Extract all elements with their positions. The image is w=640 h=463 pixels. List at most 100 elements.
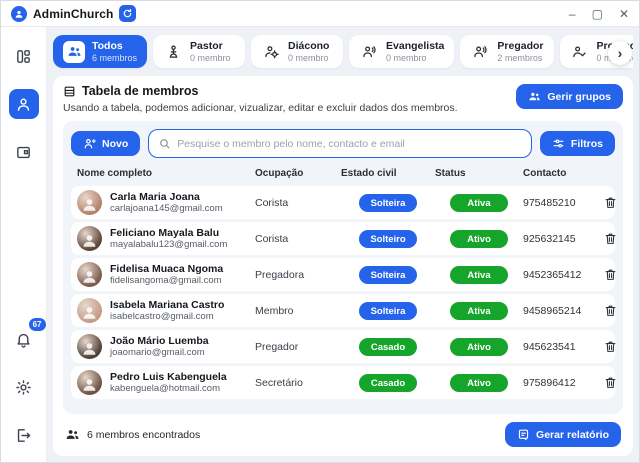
civil-status-badge: Casado [359, 338, 417, 356]
member-occupation: Corista [255, 197, 341, 209]
tab-pastor[interactable]: Pastor 0 membro [153, 35, 245, 68]
tab-icon [163, 42, 183, 62]
settings-gear-icon[interactable] [9, 372, 39, 402]
delete-member-button[interactable] [597, 304, 623, 317]
group-icon [528, 90, 541, 103]
tab-label: Pregador [497, 40, 543, 52]
page-title: Tabela de membros [82, 84, 198, 98]
person-silhouette-icon [82, 233, 97, 248]
trash-icon [604, 304, 617, 317]
tab-icon [63, 41, 85, 63]
column-contact: Contacto [523, 168, 597, 179]
member-name: Fidelisa Muaca Ngoma [110, 263, 223, 275]
member-contact: 945623541 [523, 341, 597, 353]
column-civil-status: Estado civil [341, 168, 435, 179]
avatar [77, 370, 102, 395]
trash-icon [604, 196, 617, 209]
table-body: Carla Maria Joana carlajoana145@gmail.co… [71, 186, 615, 399]
member-email: isabelcastro@gmail.com [110, 311, 224, 322]
card-icon[interactable] [9, 137, 39, 167]
member-email: fidelisangoma@gmail.com [110, 275, 223, 286]
tab-count: 0 membro [288, 53, 329, 63]
members-icon[interactable] [9, 89, 39, 119]
tab-icon [470, 42, 490, 62]
delete-member-button[interactable] [597, 340, 623, 353]
delete-member-button[interactable] [597, 232, 623, 245]
logout-icon[interactable] [9, 420, 39, 450]
notifications-bell-icon[interactable]: 67 [9, 324, 39, 354]
new-member-button[interactable]: Novo [71, 131, 140, 156]
member-occupation: Pregador [255, 341, 341, 353]
tab-count: 2 membros [497, 53, 543, 63]
tab-pregador[interactable]: Pregador 2 membros [460, 35, 553, 68]
report-icon [517, 428, 530, 441]
tab-label: Todos [92, 40, 137, 52]
tab-icon [261, 42, 281, 62]
manage-groups-button[interactable]: Gerir grupos [516, 84, 623, 109]
civil-status-badge: Solteira [359, 302, 417, 320]
member-occupation: Pregadora [255, 269, 341, 281]
avatar [77, 262, 102, 287]
trash-icon [604, 376, 617, 389]
status-badge: Ativa [450, 302, 508, 320]
status-badge: Ativa [450, 266, 508, 284]
avatar [77, 226, 102, 251]
app-window: AdminChurch – ▢ ✕ 67 [0, 0, 640, 463]
tab-evangelista[interactable]: Evangelista 0 membro [349, 35, 454, 68]
avatar [77, 190, 102, 215]
search-input[interactable] [177, 138, 522, 150]
role-tabs: Todos 6 membros Pastor 0 membro Diácono … [53, 32, 633, 76]
table-row: Pedro Luis Kabenguela kabenguela@hotmail… [71, 366, 615, 399]
table-header: Nome completo Ocupação Estado civil Stat… [71, 167, 615, 186]
member-name: Carla Maria Joana [110, 191, 223, 203]
member-occupation: Membro [255, 305, 341, 317]
member-contact: 9458965214 [523, 305, 597, 317]
member-contact: 975485210 [523, 197, 597, 209]
tab-todos[interactable]: Todos 6 membros [53, 35, 147, 68]
maximize-button[interactable]: ▢ [592, 8, 603, 20]
minimize-button[interactable]: – [569, 8, 576, 20]
tab-count: 6 membros [92, 53, 137, 63]
delete-member-button[interactable] [597, 268, 623, 281]
panel-footer: 6 membros encontrados Gerar relatório [63, 414, 623, 448]
column-occupation: Ocupação [255, 168, 341, 179]
civil-status-badge: Casado [359, 374, 417, 392]
civil-status-badge: Solteira [359, 194, 417, 212]
app-logo-icon [11, 6, 27, 22]
filters-button[interactable]: Filtros [540, 131, 615, 156]
member-contact: 975896412 [523, 377, 597, 389]
member-contact: 9452365412 [523, 269, 597, 281]
tab-count: 0 membro [190, 53, 231, 63]
status-badge: Ativo [450, 338, 508, 356]
sliders-icon [552, 137, 565, 150]
app-title: AdminChurch [33, 7, 113, 21]
tab-label: Diácono [288, 40, 329, 52]
tabs-scroll-right-button[interactable]: › [608, 41, 632, 65]
dashboard-icon[interactable] [9, 41, 39, 71]
table-row: Carla Maria Joana carlajoana145@gmail.co… [71, 186, 615, 219]
member-name: Isabela Mariana Castro [110, 299, 224, 311]
person-silhouette-icon [82, 269, 97, 284]
trash-icon [604, 340, 617, 353]
tab-diácono[interactable]: Diácono 0 membro [251, 35, 343, 68]
search-box [148, 129, 532, 158]
column-name: Nome completo [77, 168, 255, 179]
refresh-icon[interactable] [119, 5, 136, 22]
member-email: mayalabalu123@gmail.com [110, 239, 227, 250]
members-panel: Tabela de membros Usando a tabela, podem… [53, 76, 633, 456]
table-container: Novo Filtros Nome completo Oc [63, 121, 623, 414]
close-button[interactable]: ✕ [619, 8, 629, 20]
member-name: Feliciano Mayala Balu [110, 227, 227, 239]
column-status: Status [435, 168, 523, 179]
tab-count: 0 membro [386, 53, 444, 63]
generate-report-button[interactable]: Gerar relatório [505, 422, 621, 447]
tab-icon [359, 42, 379, 62]
member-email: kabenguela@hotmail.com [110, 383, 227, 394]
table-row: Fidelisa Muaca Ngoma fidelisangoma@gmail… [71, 258, 615, 291]
delete-member-button[interactable] [597, 196, 623, 209]
titlebar: AdminChurch – ▢ ✕ [1, 1, 639, 27]
person-silhouette-icon [82, 197, 97, 212]
civil-status-badge: Solteira [359, 266, 417, 284]
trash-icon [604, 232, 617, 245]
delete-member-button[interactable] [597, 376, 623, 389]
